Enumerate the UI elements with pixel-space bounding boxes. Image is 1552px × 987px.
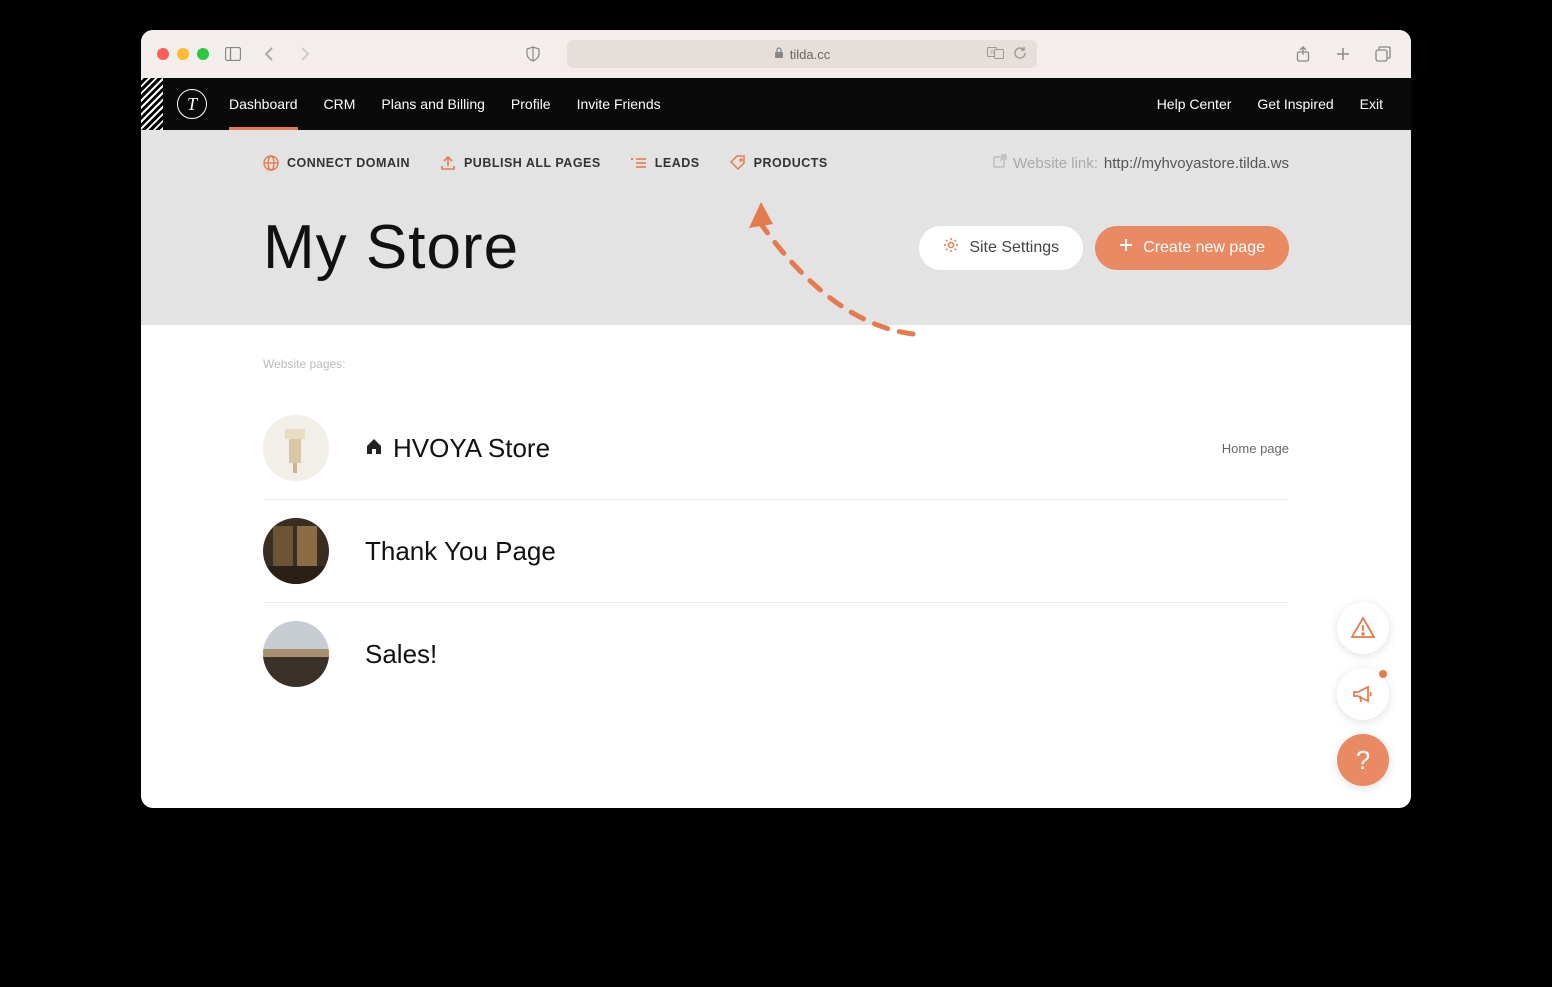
- page-row[interactable]: Thank You Page: [263, 500, 1289, 603]
- url-bar[interactable]: tilda.cc A: [567, 40, 1037, 68]
- leads-label: LEADS: [655, 156, 700, 170]
- privacy-shield-icon[interactable]: [521, 42, 545, 66]
- page-title-text: HVOYA Store: [393, 433, 550, 464]
- site-settings-label: Site Settings: [969, 239, 1059, 257]
- share-icon[interactable]: [1291, 42, 1315, 66]
- products-link[interactable]: PRODUCTS: [730, 155, 828, 171]
- main-nav: Dashboard CRM Plans and Billing Profile …: [229, 78, 661, 130]
- lock-icon: [774, 47, 784, 62]
- svg-text:A: A: [990, 50, 994, 56]
- nav-exit[interactable]: Exit: [1360, 96, 1383, 112]
- nav-profile[interactable]: Profile: [511, 78, 551, 130]
- notification-dot: [1379, 670, 1387, 678]
- connect-domain-link[interactable]: CONNECT DOMAIN: [263, 155, 410, 171]
- floating-actions: ?: [1337, 602, 1389, 786]
- secondary-nav: Help Center Get Inspired Exit: [1157, 96, 1383, 112]
- tag-icon: [730, 155, 746, 171]
- create-page-label: Create new page: [1143, 239, 1265, 257]
- page-row[interactable]: HVOYA Store Home page: [263, 397, 1289, 500]
- nav-invite[interactable]: Invite Friends: [577, 78, 661, 130]
- megaphone-icon: [1350, 681, 1376, 707]
- tabs-icon[interactable]: [1371, 42, 1395, 66]
- page-thumbnail: [263, 621, 329, 687]
- window-minimize-button[interactable]: [177, 48, 189, 60]
- nav-help[interactable]: Help Center: [1157, 96, 1232, 112]
- title-row: My Store Site Settings Create new page: [263, 172, 1289, 283]
- publish-all-label: PUBLISH ALL PAGES: [464, 156, 601, 170]
- nav-plans[interactable]: Plans and Billing: [381, 78, 485, 130]
- nav-back-icon[interactable]: [257, 42, 281, 66]
- nav-inspired[interactable]: Get Inspired: [1257, 96, 1333, 112]
- reload-icon[interactable]: [1013, 46, 1027, 63]
- website-link[interactable]: Website link: http://myhvoyastore.tilda.…: [993, 154, 1289, 172]
- new-tab-icon[interactable]: [1331, 42, 1355, 66]
- page-title-text: Thank You Page: [365, 536, 556, 567]
- app-topbar: T Dashboard CRM Plans and Billing Profil…: [141, 78, 1411, 130]
- leads-icon: [631, 156, 647, 170]
- sidebar-toggle-icon[interactable]: [221, 42, 245, 66]
- nav-forward-icon[interactable]: [293, 42, 317, 66]
- browser-window: tilda.cc A T: [141, 30, 1411, 808]
- translate-icon[interactable]: A: [987, 46, 1005, 63]
- create-page-button[interactable]: Create new page: [1095, 226, 1289, 270]
- page-thumbnail: [263, 415, 329, 481]
- window-close-button[interactable]: [157, 48, 169, 60]
- url-text: tilda.cc: [790, 47, 830, 62]
- leads-link[interactable]: LEADS: [631, 156, 700, 170]
- products-label: PRODUCTS: [754, 156, 828, 170]
- page-row[interactable]: Sales!: [263, 603, 1289, 705]
- page-title: Thank You Page: [365, 536, 556, 567]
- help-fab[interactable]: ?: [1337, 734, 1389, 786]
- page-thumbnail: [263, 518, 329, 584]
- pages-section-label: Website pages:: [263, 357, 1289, 371]
- publish-all-link[interactable]: PUBLISH ALL PAGES: [440, 155, 601, 171]
- brand-pattern: [141, 78, 163, 130]
- nav-dashboard[interactable]: Dashboard: [229, 78, 298, 130]
- traffic-lights: [157, 48, 209, 60]
- plus-icon: [1119, 238, 1133, 257]
- website-link-url: http://myhvoyastore.tilda.ws: [1104, 155, 1289, 172]
- site-title: My Store: [263, 212, 519, 283]
- globe-icon: [263, 155, 279, 171]
- nav-crm[interactable]: CRM: [324, 78, 356, 130]
- home-icon: [365, 437, 383, 460]
- external-link-icon: [993, 154, 1007, 172]
- announcements-fab[interactable]: [1337, 668, 1389, 720]
- brand-logo[interactable]: T: [177, 89, 207, 119]
- alert-fab[interactable]: [1337, 602, 1389, 654]
- pages-section: Website pages: HVOYA Store Home page: [141, 325, 1411, 745]
- page-tag: Home page: [1222, 441, 1289, 456]
- question-icon: ?: [1356, 745, 1370, 776]
- upload-icon: [440, 155, 456, 171]
- website-link-label: Website link:: [1013, 155, 1098, 172]
- browser-toolbar: tilda.cc A: [141, 30, 1411, 78]
- connect-domain-label: CONNECT DOMAIN: [287, 156, 410, 170]
- gear-icon: [943, 237, 959, 258]
- hero-section: CONNECT DOMAIN PUBLISH ALL PAGES LEADS: [141, 130, 1411, 325]
- site-settings-button[interactable]: Site Settings: [919, 226, 1083, 270]
- page-title: Sales!: [365, 639, 437, 670]
- action-row: CONNECT DOMAIN PUBLISH ALL PAGES LEADS: [263, 130, 1289, 172]
- page-title: HVOYA Store: [365, 433, 550, 464]
- warning-icon: [1350, 615, 1376, 641]
- window-maximize-button[interactable]: [197, 48, 209, 60]
- page-title-text: Sales!: [365, 639, 437, 670]
